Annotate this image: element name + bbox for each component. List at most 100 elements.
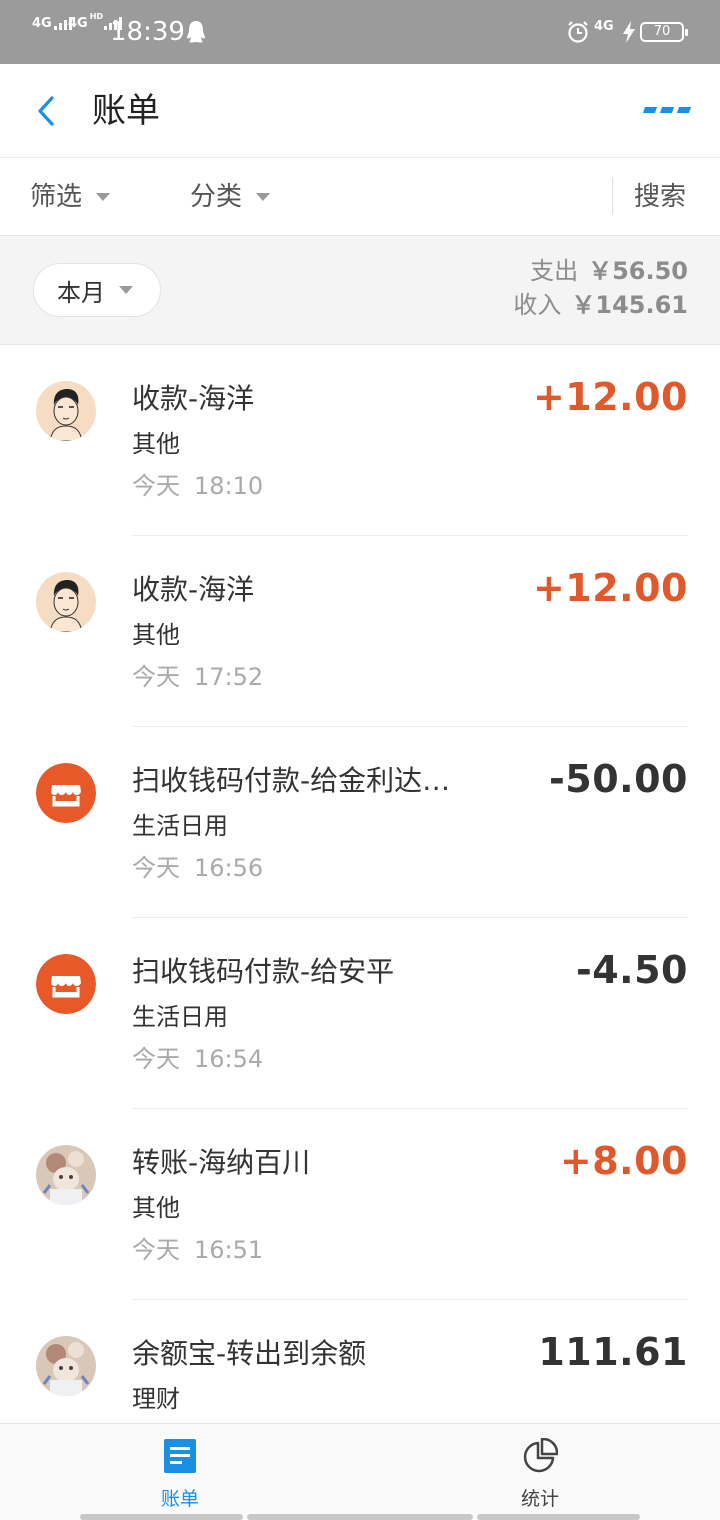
clock: 18:39 [110,17,185,47]
user-photo-icon [36,1336,96,1396]
alarm-icon [568,21,588,43]
expense-summary: 支出 ￥56.50 [530,256,688,286]
more-dots-icon [642,107,658,113]
user-photo-icon [36,1145,96,1205]
income-label: 收入 [513,291,562,319]
filter-bar: 筛选 分类 搜索 [0,158,720,236]
tab-statistics[interactable]: 统计 [480,1437,600,1512]
sim1-signal: 4G [32,16,72,30]
person-portrait-icon [36,381,96,441]
transaction-time: 今天 16:54 [132,1042,263,1076]
more-menu-button[interactable] [642,107,692,113]
transaction-day: 今天 [132,854,180,882]
gesture-bar [247,1514,473,1520]
transaction-row[interactable]: 收款-海洋 其他 今天 18:10 +12.00 [0,345,720,536]
transaction-day: 今天 [132,1045,180,1073]
transaction-clock: 16:51 [194,1236,264,1264]
avatar [36,572,96,632]
transaction-time: 今天 18:10 [132,469,263,503]
transaction-row[interactable]: 扫收钱码付款-给安平 生活日用 今天 16:54 -4.50 [0,918,720,1109]
transaction-clock: 17:52 [194,663,264,691]
caret-down-icon [119,286,133,294]
back-button[interactable] [30,92,64,130]
transaction-time: 今天 17:52 [132,660,263,694]
sim2-network-label: 4G [68,16,88,31]
gesture-bar [80,1514,243,1520]
bottom-tab-bar: 账单 统计 [0,1423,720,1520]
data-network-label: 4G [594,19,614,34]
expense-amount: ￥56.50 [588,257,688,285]
tab-bills[interactable]: 账单 [120,1438,240,1512]
category-dropdown[interactable]: 分类 [190,180,271,214]
tab-statistics-label: 统计 [520,1488,559,1510]
gesture-bar [477,1514,640,1520]
transaction-amount: +12.00 [532,375,688,419]
category-label: 分类 [190,182,243,212]
month-summary: 本月 支出 ￥56.50 收入 ￥145.61 [0,236,720,345]
page-title: 账单 [92,91,160,131]
more-dots-icon-part [676,107,692,113]
transaction-day: 今天 [132,663,180,691]
avatar [36,1145,96,1205]
shop-icon [36,954,96,1014]
transaction-clock: 18:10 [194,472,264,500]
bill-list-icon [164,1439,196,1473]
transaction-title: 余额宝-转出到余额 [132,1337,367,1370]
divider [612,178,613,214]
transaction-row[interactable]: 扫收钱码付款-给金利达… 生活日用 今天 16:56 -50.00 [0,727,720,918]
battery-icon: 70 [640,22,688,42]
transaction-title: 转账-海纳百川 [132,1146,311,1179]
transaction-amount: +12.00 [532,566,688,610]
status-bar: 4G 4G HD 18:39 4G 70 [0,0,720,64]
month-selector[interactable]: 本月 [33,263,161,317]
transaction-amount: -4.50 [575,948,688,992]
transaction-row[interactable]: 余额宝-转出到余额 理财 111.61 [0,1300,720,1423]
filter-label: 筛选 [30,182,83,212]
transaction-title: 收款-海洋 [132,382,255,415]
transaction-title: 扫收钱码付款-给金利达… [132,764,451,797]
more-dots-icon-part [659,107,675,113]
caret-down-icon [256,193,271,201]
transaction-clock: 16:56 [194,854,264,882]
charging-icon [623,21,635,43]
transaction-category: 其他 [132,1194,180,1222]
transaction-day: 今天 [132,1236,180,1264]
hd-label: HD [89,12,104,21]
transaction-category: 生活日用 [132,812,228,840]
transaction-category: 其他 [132,430,180,458]
caret-down-icon [96,193,111,201]
month-label: 本月 [57,278,105,307]
transaction-time: 今天 16:51 [132,1233,263,1267]
avatar [36,763,96,823]
transaction-clock: 16:54 [194,1045,264,1073]
transaction-row[interactable]: 收款-海洋 其他 今天 17:52 +12.00 [0,536,720,727]
qq-notification-icon [187,21,205,43]
transaction-row[interactable]: 转账-海纳百川 其他 今天 16:51 +8.00 [0,1109,720,1300]
tab-bills-label: 账单 [160,1488,199,1510]
sim1-network-label: 4G [32,16,52,31]
transaction-amount: +8.00 [559,1139,688,1183]
transaction-day: 今天 [132,472,180,500]
income-amount: ￥145.61 [571,291,688,319]
avatar [36,954,96,1014]
transaction-amount: 111.61 [538,1330,688,1374]
transaction-list: 收款-海洋 其他 今天 18:10 +12.00 收款-海洋 其他 今天 17:52… [0,345,720,1423]
shop-icon [36,763,96,823]
transaction-amount: -50.00 [549,757,688,801]
filter-dropdown[interactable]: 筛选 [30,180,111,214]
transaction-title: 收款-海洋 [132,573,255,606]
transaction-time: 今天 16:56 [132,851,263,885]
expense-label: 支出 [530,257,579,285]
nav-bar: 账单 [0,64,720,158]
avatar [36,381,96,441]
search-button[interactable]: 搜索 [634,180,686,214]
person-portrait-icon [36,572,96,632]
battery-level: 70 [653,24,671,39]
transaction-category: 理财 [132,1385,180,1413]
transaction-category: 其他 [132,621,180,649]
income-summary: 收入 ￥145.61 [513,290,688,320]
transaction-title: 扫收钱码付款-给安平 [132,955,395,988]
avatar [36,1336,96,1396]
pie-chart-icon [523,1437,559,1473]
transaction-category: 生活日用 [132,1003,228,1031]
